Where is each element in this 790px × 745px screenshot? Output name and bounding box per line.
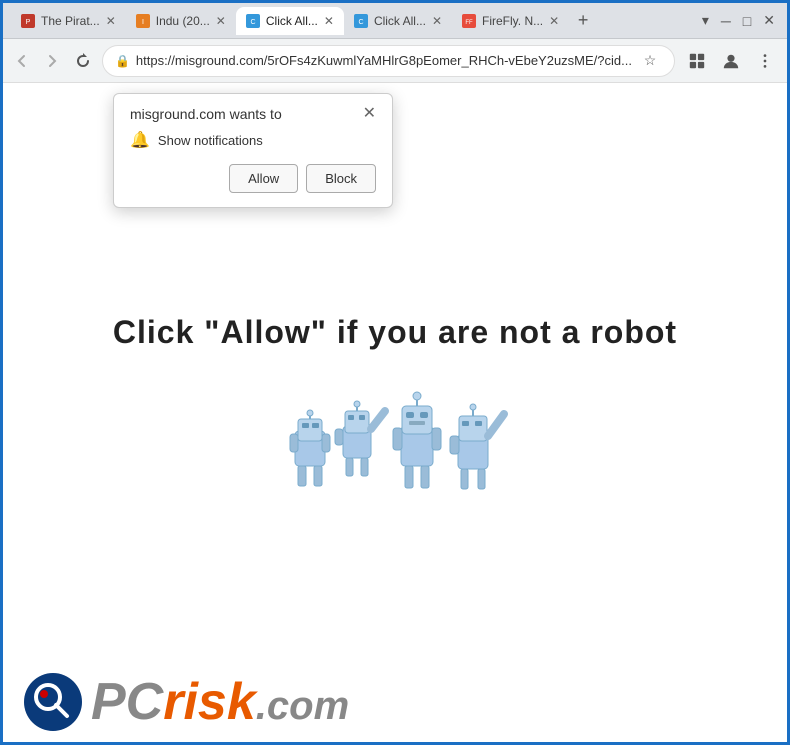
tab-close-pirate[interactable]: ✕	[106, 14, 116, 28]
tab-favicon-click2: C	[354, 14, 368, 28]
pcrisk-com-text: .com	[256, 686, 349, 726]
url-text: https://misground.com/5rOFs4zKuwmlYaMHlr…	[136, 53, 632, 68]
svg-text:C: C	[358, 19, 363, 26]
popup-buttons: Allow Block	[130, 164, 376, 193]
back-button[interactable]	[11, 47, 33, 75]
tab-indu[interactable]: I Indu (20... ✕	[126, 7, 236, 35]
tab-label-firefly: FireFly. N...	[482, 14, 543, 28]
profile-button[interactable]	[717, 47, 745, 75]
tab-pirate[interactable]: P The Pirat... ✕	[11, 7, 126, 35]
tab-favicon-indu: I	[136, 14, 150, 28]
chevron-down-icon[interactable]: ▾	[702, 12, 709, 29]
tab-click2[interactable]: C Click All... ✕	[344, 7, 452, 35]
notification-popup: misground.com wants to ✕ 🔔 Show notifica…	[113, 93, 393, 208]
pcrisk-branding: PC risk .com	[23, 672, 349, 732]
bookmark-icon[interactable]: ☆	[638, 49, 662, 73]
extensions-button[interactable]	[683, 47, 711, 75]
svg-text:I: I	[142, 19, 144, 26]
captcha-heading: Click "Allow" if you are not a robot	[113, 314, 677, 351]
tab-close-indu[interactable]: ✕	[216, 14, 226, 28]
popup-title: misground.com wants to	[130, 106, 282, 122]
pcrisk-risk-text: risk	[163, 676, 256, 728]
svg-text:P: P	[26, 19, 31, 26]
settings-menu-button[interactable]	[751, 47, 779, 75]
address-bar: 🔒 https://misground.com/5rOFs4zKuwmlYaMH…	[3, 39, 787, 83]
popup-close-button[interactable]: ✕	[363, 106, 376, 122]
pcrisk-wordmark: PC risk .com	[91, 676, 349, 728]
url-bar[interactable]: 🔒 https://misground.com/5rOFs4zKuwmlYaMH…	[102, 45, 675, 77]
tab-close-firefly[interactable]: ✕	[549, 14, 559, 28]
tab-label-pirate: The Pirat...	[41, 14, 100, 28]
maximize-button[interactable]: □	[743, 13, 751, 29]
title-bar-controls: ▾ ─ □ ✕	[702, 12, 779, 29]
popup-notification-text: Show notifications	[158, 133, 263, 148]
svg-text:FF: FF	[465, 20, 473, 26]
tab-favicon-pirate: P	[21, 14, 35, 28]
page-content: misground.com wants to ✕ 🔔 Show notifica…	[3, 83, 787, 742]
svg-text:C: C	[250, 19, 255, 26]
tab-click1[interactable]: C Click All... ✕	[236, 7, 344, 35]
bell-icon: 🔔	[130, 130, 150, 150]
close-button[interactable]: ✕	[763, 12, 775, 29]
lock-icon: 🔒	[115, 54, 130, 68]
new-tab-button[interactable]: +	[569, 7, 597, 35]
allow-button[interactable]: Allow	[229, 164, 298, 193]
popup-header: misground.com wants to ✕	[130, 106, 376, 122]
tab-favicon-firefly: FF	[462, 14, 476, 28]
forward-button[interactable]	[41, 47, 63, 75]
pcrisk-logo-icon	[23, 672, 83, 732]
robot-illustration	[245, 381, 545, 511]
browser-window: P The Pirat... ✕ I Indu (20... ✕ C Click…	[0, 0, 790, 745]
minimize-button[interactable]: ─	[721, 13, 731, 29]
pcrisk-pc-text: PC	[91, 676, 163, 728]
tab-label-indu: Indu (20...	[156, 14, 210, 28]
block-button[interactable]: Block	[306, 164, 376, 193]
reload-button[interactable]	[72, 47, 94, 75]
tab-firefly[interactable]: FF FireFly. N... ✕	[452, 7, 569, 35]
browser-actions	[683, 47, 779, 75]
popup-notification-row: 🔔 Show notifications	[130, 130, 376, 150]
title-bar: P The Pirat... ✕ I Indu (20... ✕ C Click…	[3, 3, 787, 39]
tab-label-click2: Click All...	[374, 14, 426, 28]
url-actions: ☆	[638, 49, 662, 73]
tab-close-click1[interactable]: ✕	[324, 14, 334, 28]
tab-close-click2[interactable]: ✕	[432, 14, 442, 28]
tab-favicon-click1: C	[246, 14, 260, 28]
tabs-container: P The Pirat... ✕ I Indu (20... ✕ C Click…	[11, 7, 698, 35]
tab-label-click1: Click All...	[266, 14, 318, 28]
